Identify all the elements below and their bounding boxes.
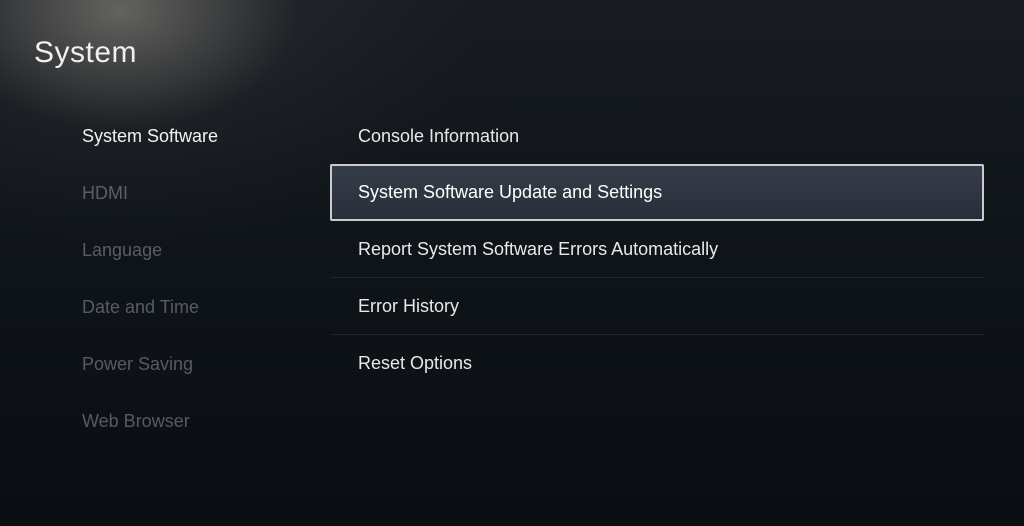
main-item-label: System Software Update and Settings (358, 182, 662, 203)
sidebar-item-label: Power Saving (82, 354, 193, 375)
main-item-report-errors[interactable]: Report System Software Errors Automatica… (330, 221, 984, 278)
page-title: System (34, 36, 137, 70)
sidebar-item-hdmi[interactable]: HDMI (82, 165, 330, 222)
sidebar-item-label: System Software (82, 126, 218, 147)
sidebar: System Software HDMI Language Date and T… (0, 100, 330, 526)
sidebar-item-label: HDMI (82, 183, 128, 204)
main-item-reset-options[interactable]: Reset Options (330, 335, 984, 392)
sidebar-item-label: Date and Time (82, 297, 199, 318)
main-item-label: Error History (358, 296, 459, 317)
main-item-label: Reset Options (358, 353, 472, 374)
main-item-system-software-update[interactable]: System Software Update and Settings (330, 164, 984, 221)
main-item-label: Console Information (358, 126, 519, 147)
main-item-error-history[interactable]: Error History (330, 278, 984, 335)
sidebar-item-label: Web Browser (82, 411, 190, 432)
sidebar-item-label: Language (82, 240, 162, 261)
sidebar-item-power-saving[interactable]: Power Saving (82, 336, 330, 393)
main-item-console-information[interactable]: Console Information (330, 108, 984, 165)
content-area: System Software HDMI Language Date and T… (0, 100, 1024, 526)
main-panel: Console Information System Software Upda… (330, 100, 1024, 526)
sidebar-item-system-software[interactable]: System Software (82, 108, 330, 165)
sidebar-item-date-and-time[interactable]: Date and Time (82, 279, 330, 336)
main-item-label: Report System Software Errors Automatica… (358, 239, 718, 260)
sidebar-item-web-browser[interactable]: Web Browser (82, 393, 330, 450)
sidebar-item-language[interactable]: Language (82, 222, 330, 279)
